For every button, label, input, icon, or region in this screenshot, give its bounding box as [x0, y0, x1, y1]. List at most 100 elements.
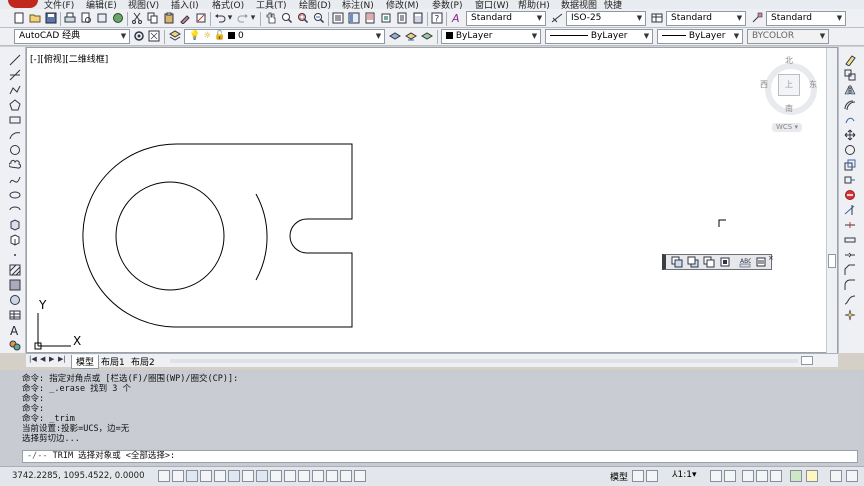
- table-style-select[interactable]: Standard ▼: [666, 11, 746, 26]
- menu-shortcut[interactable]: 快捷: [604, 0, 622, 9]
- text-style-icon[interactable]: A: [450, 11, 464, 25]
- workspace-switching-icon[interactable]: [742, 470, 754, 482]
- horizontal-scrollbar[interactable]: [170, 359, 798, 363]
- tool-palettes-icon[interactable]: [363, 11, 377, 25]
- break-icon[interactable]: [843, 233, 857, 247]
- first-tab-icon[interactable]: |◀: [29, 355, 37, 363]
- copy-object-icon[interactable]: [843, 68, 857, 82]
- app-logo[interactable]: [8, 0, 38, 8]
- lock-ui-icon[interactable]: [756, 470, 768, 482]
- ortho-mode-icon[interactable]: [200, 470, 212, 482]
- block-editor-icon[interactable]: [194, 11, 208, 25]
- notification-icon[interactable]: [806, 470, 818, 482]
- horizontal-scroll-thumb[interactable]: [801, 356, 813, 365]
- cut-icon[interactable]: [130, 11, 144, 25]
- paste-icon[interactable]: [162, 11, 176, 25]
- plotstyle-select[interactable]: BYCOLOR ▼: [747, 29, 829, 44]
- quickcalc-icon[interactable]: [411, 11, 425, 25]
- text-style-select[interactable]: Standard ▼: [466, 11, 546, 26]
- color-select[interactable]: ByLayer ▼: [441, 29, 541, 44]
- offset-icon[interactable]: [843, 98, 857, 112]
- fillet-icon[interactable]: [843, 278, 857, 292]
- menu-file[interactable]: 文件(F): [44, 0, 74, 9]
- quick-view-layouts-icon[interactable]: [632, 470, 644, 482]
- spline-icon[interactable]: [8, 173, 22, 187]
- menu-edit[interactable]: 编辑(E): [86, 0, 117, 9]
- gradient-icon[interactable]: [8, 278, 22, 292]
- 3d-icon[interactable]: [111, 11, 125, 25]
- workspace-icon[interactable]: [147, 29, 161, 43]
- dim-style-select[interactable]: ISO-25 ▼: [566, 11, 646, 26]
- viewcube-east[interactable]: 东: [809, 79, 817, 90]
- design-center-icon[interactable]: [347, 11, 361, 25]
- new-icon[interactable]: [12, 11, 26, 25]
- vertical-scrollbar[interactable]: [826, 48, 837, 353]
- menu-view[interactable]: 视图(V): [128, 0, 159, 9]
- open-icon[interactable]: [28, 11, 42, 25]
- markup-icon[interactable]: [395, 11, 409, 25]
- zoom-realtime-icon[interactable]: [280, 11, 294, 25]
- tab-layout2[interactable]: 布局2: [128, 355, 158, 368]
- snap-mode-icon[interactable]: [172, 470, 184, 482]
- viewcube-north[interactable]: 北: [785, 55, 793, 66]
- lineweight-toggle-icon[interactable]: [298, 470, 310, 482]
- lineweight-select[interactable]: ByLayer ▼: [657, 29, 743, 44]
- undo-icon[interactable]: [213, 11, 227, 25]
- dynamic-input-icon[interactable]: [284, 470, 296, 482]
- layer-states-icon[interactable]: [420, 29, 434, 43]
- zoom-window-icon[interactable]: [296, 11, 310, 25]
- redo-dropdown-icon[interactable]: ▾: [249, 11, 257, 25]
- menu-help[interactable]: 帮助(H): [518, 0, 550, 9]
- trim-icon[interactable]: [843, 188, 857, 202]
- mirror-icon[interactable]: [843, 83, 857, 97]
- mtext-icon[interactable]: A: [8, 323, 22, 337]
- infer-constraints-icon[interactable]: [158, 470, 170, 482]
- customization-icon[interactable]: [846, 470, 858, 482]
- hardware-acceleration-icon[interactable]: [770, 470, 782, 482]
- circle-icon[interactable]: [8, 143, 22, 157]
- 3d-object-snap-icon[interactable]: [242, 470, 254, 482]
- menu-modify[interactable]: 修改(M): [386, 0, 419, 9]
- hatch-icon[interactable]: [8, 263, 22, 277]
- undo-dropdown-icon[interactable]: ▾: [226, 11, 234, 25]
- revcloud-icon[interactable]: [8, 158, 22, 172]
- clean-screen-icon[interactable]: [830, 470, 842, 482]
- extend-icon[interactable]: [843, 203, 857, 217]
- ellipse-arc-icon[interactable]: [8, 203, 22, 217]
- array-icon[interactable]: [843, 113, 857, 127]
- wcs-menu-button[interactable]: WCS ▾: [772, 123, 802, 132]
- add-selected-icon[interactable]: [8, 338, 22, 352]
- break-at-point-icon[interactable]: [843, 218, 857, 232]
- last-tab-icon[interactable]: ▶|: [58, 355, 66, 363]
- object-snap-icon[interactable]: [228, 470, 240, 482]
- text-to-front-icon[interactable]: ABC: [738, 255, 752, 269]
- erase-icon[interactable]: [843, 53, 857, 67]
- point-icon[interactable]: [8, 248, 22, 262]
- command-input[interactable]: -/-- TRIM 选择对象或 <全部选择>:: [22, 450, 858, 463]
- polyline-icon[interactable]: [8, 83, 22, 97]
- draw-order-back-icon[interactable]: [686, 255, 700, 269]
- quick-view-drawings-icon[interactable]: [646, 470, 658, 482]
- save-icon[interactable]: [44, 11, 58, 25]
- viewcube-west[interactable]: 西: [760, 79, 768, 90]
- make-current-layer-icon[interactable]: [388, 29, 402, 43]
- rectangle-icon[interactable]: [8, 113, 22, 127]
- properties-icon[interactable]: [331, 11, 345, 25]
- menu-window[interactable]: 窗口(W): [475, 0, 509, 9]
- polygon-icon[interactable]: [8, 98, 22, 112]
- line-icon[interactable]: [8, 53, 22, 67]
- arc-icon[interactable]: [8, 128, 22, 142]
- layer-properties-icon[interactable]: [168, 29, 182, 43]
- workspace-select[interactable]: AutoCAD 经典 ▼: [14, 29, 130, 44]
- floating-toolbar[interactable]: ABC ×: [662, 254, 774, 270]
- dynamic-ucs-icon[interactable]: [270, 470, 282, 482]
- stretch-icon[interactable]: [843, 173, 857, 187]
- help-icon[interactable]: ?: [430, 11, 444, 25]
- annotation-scale[interactable]: ⅄1:1▾: [672, 470, 697, 480]
- draw-order-under-icon[interactable]: [718, 255, 732, 269]
- menu-dimension[interactable]: 标注(N): [342, 0, 374, 9]
- auto-scale-icon[interactable]: [724, 470, 736, 482]
- annotation-monitor-icon[interactable]: [354, 470, 366, 482]
- layer-select[interactable]: 💡 ☼ 🔓 0 ▼: [184, 29, 385, 44]
- model-space-label[interactable]: 模型: [610, 470, 628, 483]
